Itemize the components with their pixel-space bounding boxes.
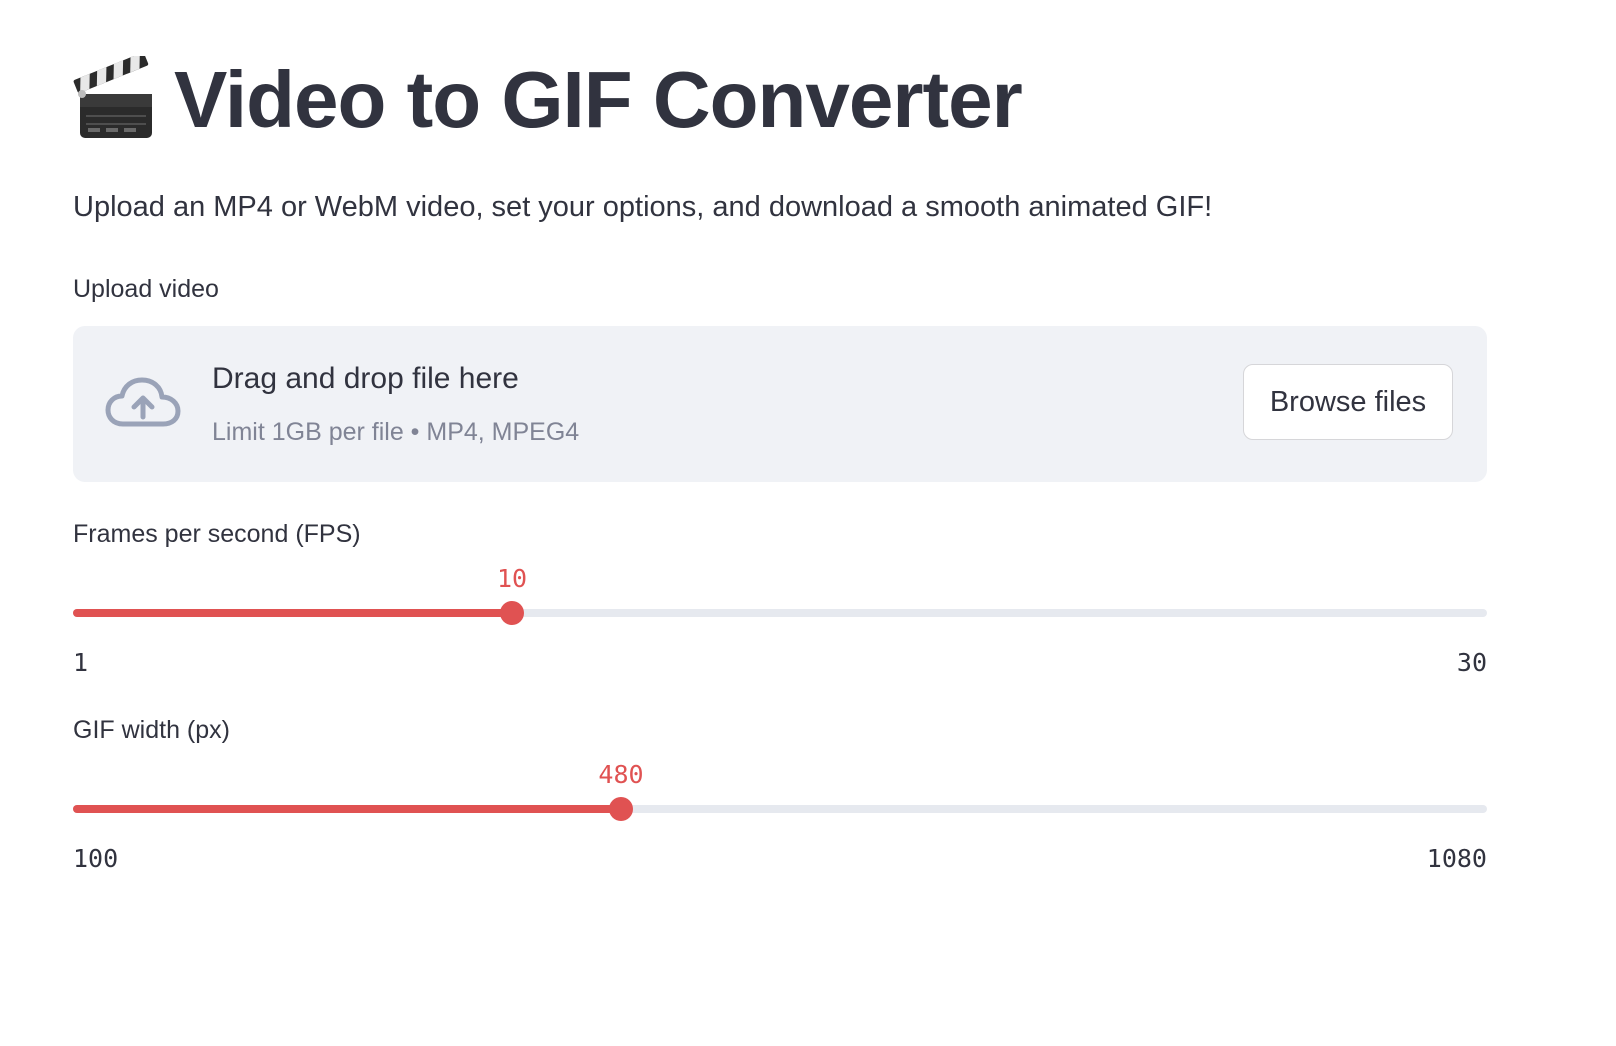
slider-min-label: 100 xyxy=(73,844,119,873)
slider-current-value: 10 xyxy=(496,564,528,593)
browse-files-button[interactable]: Browse files xyxy=(1243,364,1453,440)
slider-thumb[interactable] xyxy=(609,797,633,821)
slider-max-label: 30 xyxy=(1456,648,1487,677)
slider-fill xyxy=(73,609,512,617)
slider-fill xyxy=(73,805,621,813)
page-subtitle: Upload an MP4 or WebM video, set your op… xyxy=(73,191,1213,223)
slider-current-value: 480 xyxy=(598,760,644,789)
width-slider-label: GIF width (px) xyxy=(73,716,230,744)
cloud-upload-icon xyxy=(105,376,181,432)
slider-max-label: 1080 xyxy=(1426,844,1487,873)
fps-slider[interactable]: 10 1 30 xyxy=(73,564,1487,677)
fps-slider-label: Frames per second (FPS) xyxy=(73,520,361,548)
file-dropzone[interactable]: Drag and drop file here Limit 1GB per fi… xyxy=(73,326,1487,482)
dropzone-instructions: Drag and drop file here xyxy=(212,362,519,395)
page-header: Video to GIF Converter xyxy=(72,50,1023,150)
page-title: Video to GIF Converter xyxy=(174,55,1023,144)
gif-width-slider[interactable]: 480 100 1080 xyxy=(73,760,1487,873)
app-page: Video to GIF Converter Upload an MP4 or … xyxy=(0,0,1616,1046)
slider-thumb[interactable] xyxy=(500,601,524,625)
slider-min-label: 1 xyxy=(73,648,89,677)
upload-label: Upload video xyxy=(73,275,219,303)
dropzone-limit-text: Limit 1GB per file • MP4, MPEG4 xyxy=(212,418,580,446)
clapperboard-icon xyxy=(72,52,160,144)
